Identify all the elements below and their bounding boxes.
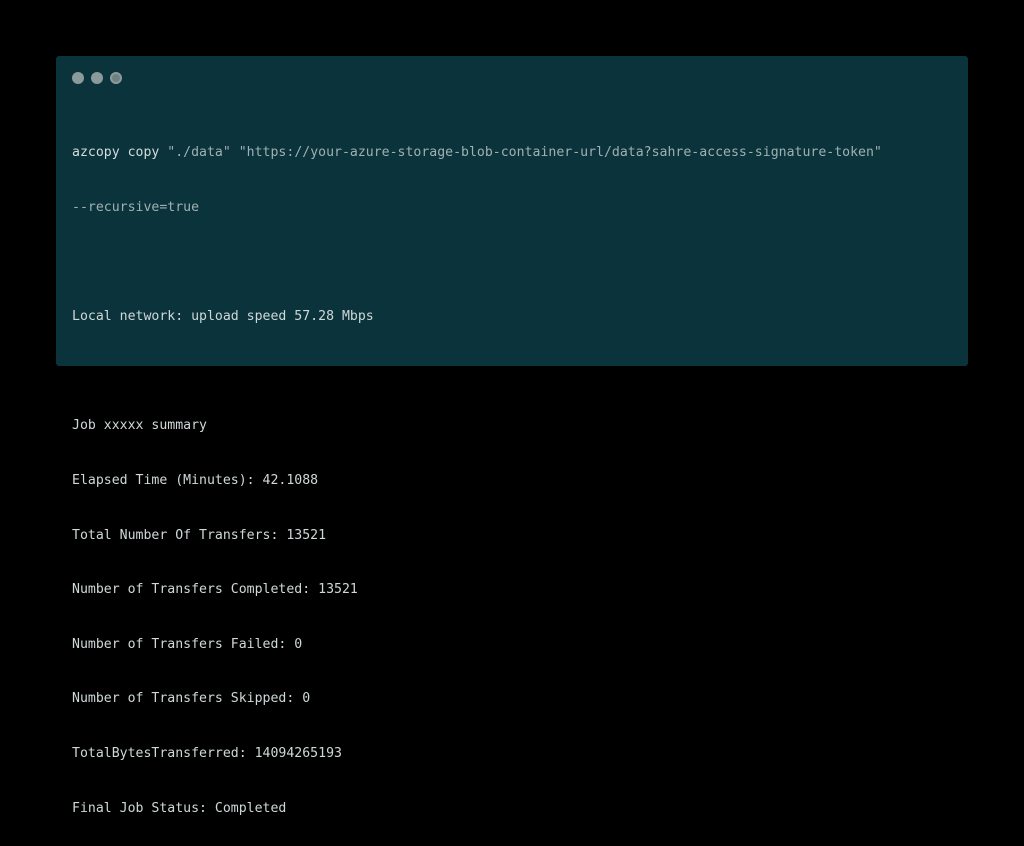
summary-header-line: Job xxxxx summary — [72, 418, 207, 434]
failed-transfers-line: Number of Transfers Failed: 0 — [72, 636, 303, 652]
terminal-output[interactable]: azcopy copy "./data" "https://your-azure… — [72, 108, 952, 846]
bytes-transferred-line: TotalBytesTransferred: 14094265193 — [72, 745, 342, 761]
maximize-dot-icon[interactable] — [110, 72, 122, 84]
completed-transfers-line: Number of Transfers Completed: 13521 — [72, 582, 358, 598]
window-controls — [72, 72, 122, 84]
terminal-window: azcopy copy "./data" "https://your-azure… — [56, 56, 968, 816]
command-program: azcopy copy — [72, 145, 160, 161]
close-dot-icon[interactable] — [72, 72, 84, 84]
command-line-1: azcopy copy "./data" "https://your-azure… — [72, 144, 952, 162]
total-transfers-line: Total Number Of Transfers: 13521 — [72, 527, 327, 543]
elapsed-time-line: Elapsed Time (Minutes): 42.1088 — [72, 472, 319, 488]
command-args: "./data" "https://your-azure-storage-blo… — [159, 145, 882, 161]
network-speed-line: Local network: upload speed 57.28 Mbps — [72, 309, 374, 325]
minimize-dot-icon[interactable] — [91, 72, 103, 84]
skipped-transfers-line: Number of Transfers Skipped: 0 — [72, 691, 311, 707]
command-line-2: --recursive=true — [72, 200, 200, 215]
job-status-line: Final Job Status: Completed — [72, 800, 287, 816]
